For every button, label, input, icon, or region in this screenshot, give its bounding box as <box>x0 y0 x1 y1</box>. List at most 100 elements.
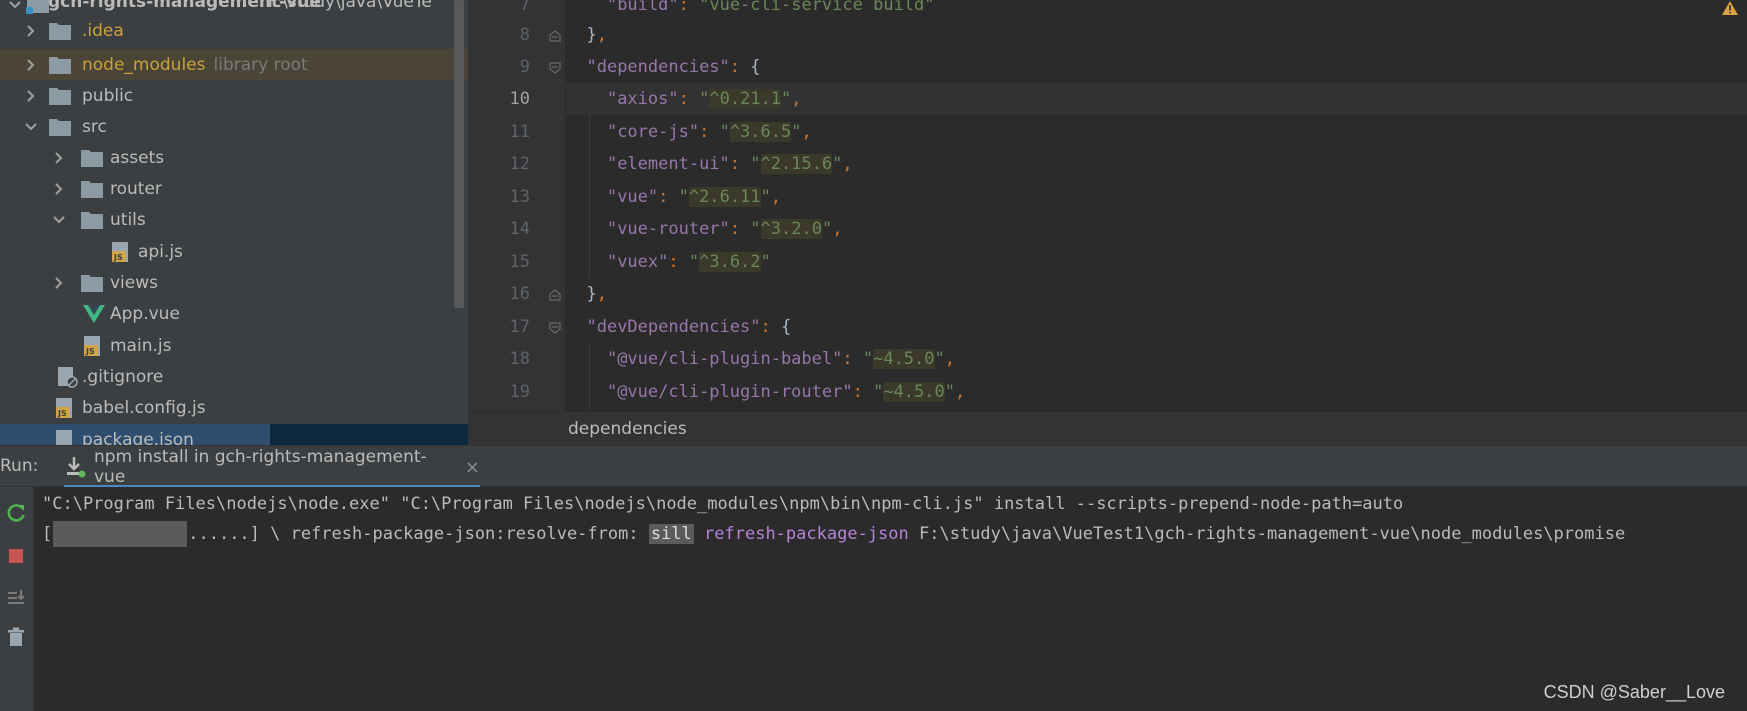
fold-start-icon[interactable] <box>548 60 562 74</box>
tree-scrollbar[interactable] <box>454 0 464 308</box>
code-line-14[interactable]: "vue-router": "^3.2.0", <box>566 213 1747 245</box>
run-toolbar <box>0 487 34 711</box>
line-number: 7 <box>519 0 530 15</box>
fold-start-icon[interactable] <box>548 320 562 334</box>
code-line-10[interactable]: "axios": "^0.21.1", <box>566 83 1747 115</box>
line-number: 8 <box>519 25 530 45</box>
json-key: "build" <box>606 0 679 15</box>
chevron-right-icon[interactable] <box>24 24 38 38</box>
stop-icon[interactable] <box>2 542 30 570</box>
code-line-19[interactable]: "@vue/cli-plugin-router": "~4.5.0", <box>566 376 1747 408</box>
tree-item-babel-config[interactable]: JS babel.config.js <box>0 392 468 423</box>
gitignore-file-icon <box>56 366 80 388</box>
tree-item-views[interactable]: views <box>0 267 468 298</box>
watermark: CSDN @Saber__Love <box>1543 682 1725 702</box>
tree-item-node-modules[interactable]: node_modules library root <box>0 49 468 80</box>
run-tab-npm-install[interactable]: npm install in gch-rights-management-vue… <box>64 446 480 488</box>
folder-icon <box>26 0 50 15</box>
scroll-to-end-icon[interactable] <box>2 584 30 612</box>
json-key: "@vue/cli-plugin-router" <box>606 382 853 402</box>
code-line-7[interactable]: "build": "vue-cli-service build" <box>566 0 1747 21</box>
js-file-icon: JS <box>54 397 78 419</box>
folder-icon <box>80 147 104 169</box>
line-number-current: 10 <box>509 89 530 109</box>
tree-item-label: package.json <box>82 429 194 446</box>
code-line-9[interactable]: "dependencies": { <box>566 51 1747 83</box>
folder-icon <box>48 116 72 138</box>
code-line-16[interactable]: }, <box>566 278 1747 310</box>
js-file-icon: JS <box>82 335 106 357</box>
tree-item-main-js[interactable]: JS main.js <box>0 330 468 361</box>
code-line-15[interactable]: "vuex": "^3.6.2" <box>566 246 1747 278</box>
run-console[interactable]: "C:\Program Files\nodejs\node.exe" "C:\P… <box>34 487 1747 711</box>
folder-icon <box>48 20 72 42</box>
tree-item-app-vue[interactable]: App.vue <box>0 298 468 329</box>
line-number: 15 <box>509 252 530 272</box>
chevron-right-icon[interactable] <box>52 276 66 290</box>
chevron-right-icon[interactable] <box>52 151 66 165</box>
code-editor[interactable]: 7 8 9 10 11 12 13 14 15 16 17 18 19 "bui… <box>468 0 1747 411</box>
tree-item-label: App.vue <box>110 303 180 324</box>
code-line-8[interactable]: }, <box>566 19 1747 51</box>
run-tool-window-header: Run: npm install in gch-rights-managemen… <box>0 445 1747 488</box>
console-line: [......] \ refresh-package-json:resolve-… <box>42 519 1625 549</box>
log-path: F:\study\java\VueTest1\gch-rights-manage… <box>918 524 1626 544</box>
code-line-18[interactable]: "@vue/cli-plugin-babel": "~4.5.0", <box>566 343 1747 375</box>
code-line-12[interactable]: "element-ui": "^2.15.6", <box>566 148 1747 180</box>
fold-end-icon[interactable] <box>548 28 562 42</box>
tree-item-router[interactable]: router <box>0 173 468 204</box>
rerun-icon[interactable] <box>2 499 30 527</box>
breadcrumb-item[interactable]: dependencies <box>568 419 687 439</box>
code-line-13[interactable]: "vue": "^2.6.11", <box>566 181 1747 213</box>
tree-item-label: main.js <box>110 335 172 356</box>
json-key: "devDependencies" <box>586 317 761 337</box>
tree-item-label: babel.config.js <box>82 397 206 418</box>
breadcrumb: dependencies <box>468 411 1747 445</box>
tree-item-assets[interactable]: assets <box>0 142 468 173</box>
chevron-down-icon[interactable] <box>52 213 66 227</box>
trash-icon[interactable] <box>2 623 30 651</box>
library-root-hint: library root <box>213 54 308 75</box>
json-value: ~4.5.0 <box>883 382 945 402</box>
line-number: 9 <box>519 57 530 77</box>
tree-item-src[interactable]: src <box>0 111 468 142</box>
tree-item-public[interactable]: public <box>0 80 468 111</box>
fold-end-icon[interactable] <box>548 287 562 301</box>
npm-install-icon <box>64 456 86 478</box>
tree-item-label: .idea <box>82 20 124 41</box>
json-value: ~4.5.0 <box>873 349 935 369</box>
json-value: ^3.2.0 <box>760 219 822 239</box>
close-icon[interactable]: × <box>465 457 480 478</box>
json-key: "element-ui" <box>606 154 730 174</box>
line-number: 17 <box>509 317 530 337</box>
line-number: 11 <box>509 122 530 142</box>
progress-bar-fill <box>53 521 188 547</box>
svg-text:JS: JS <box>113 253 123 262</box>
json-value: ^3.6.2 <box>699 252 761 272</box>
tree-item-name: node_modules <box>82 54 206 75</box>
json-value: vue-cli-service build <box>709 0 925 15</box>
chevron-right-icon[interactable] <box>24 58 38 72</box>
folder-icon <box>48 54 72 76</box>
chevron-right-icon[interactable] <box>24 89 38 103</box>
chevron-down-icon[interactable] <box>24 120 38 134</box>
progress-bracket: [ <box>42 524 53 544</box>
tree-item-idea[interactable]: .idea <box>0 15 468 46</box>
tree-item-label: public <box>82 85 134 106</box>
line-number: 18 <box>509 349 530 369</box>
line-number: 19 <box>509 382 530 402</box>
json-file-icon <box>54 429 78 445</box>
tree-item-package-json[interactable]: package.json <box>0 424 468 445</box>
chevron-down-icon[interactable] <box>8 0 22 12</box>
run-tab-label: npm install in gch-rights-management-vue <box>94 447 427 487</box>
tree-item-label: views <box>110 272 159 293</box>
run-label: Run: <box>0 456 39 476</box>
chevron-right-icon[interactable] <box>52 182 66 196</box>
tree-item-api-js[interactable]: JS api.js <box>0 236 468 267</box>
tree-item-utils[interactable]: utils <box>0 204 468 235</box>
warning-icon[interactable] <box>1721 0 1739 16</box>
tree-item-gitignore[interactable]: .gitignore <box>0 361 468 392</box>
code-line-11[interactable]: "core-js": "^3.6.5", <box>566 116 1747 148</box>
vue-file-icon <box>82 303 106 325</box>
code-line-17[interactable]: "devDependencies": { <box>566 311 1747 343</box>
